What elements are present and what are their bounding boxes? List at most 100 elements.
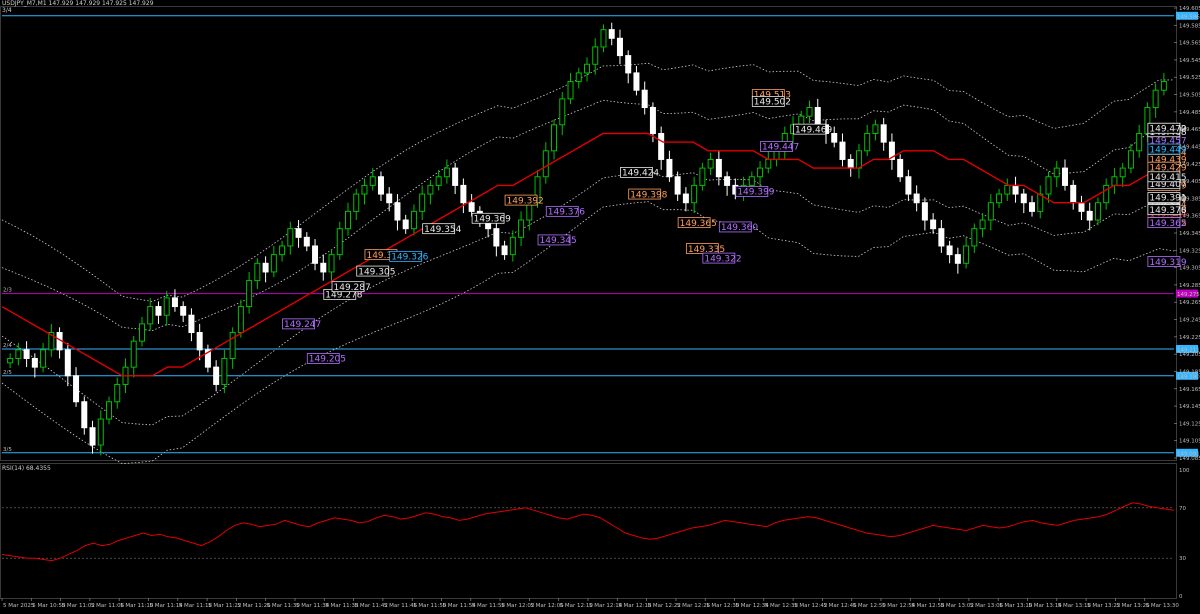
price-annotation-text: 149.326 (391, 253, 428, 263)
candle-body (1094, 202, 1101, 221)
candle-body (715, 158, 722, 178)
candle-body (106, 401, 113, 420)
band-line (1, 99, 1175, 332)
candle (600, 24, 607, 53)
candle (954, 247, 961, 274)
price-labels-layer: 149.247149.205149.278149.287149.305149.3… (282, 89, 1187, 365)
candle (1012, 176, 1019, 203)
candle-body (254, 262, 261, 282)
candle-body (897, 158, 904, 178)
candle-body (419, 193, 426, 212)
x-tick-label: 5 Mar 12:42 (794, 603, 827, 609)
price-annotation: 149.205 (306, 353, 346, 365)
candle (303, 232, 310, 252)
x-tick-label: 5 Mar 11:02 (62, 603, 95, 609)
price-annotation-text: 149.287 (334, 283, 371, 293)
band-line (1, 201, 1175, 465)
candle-body (518, 219, 525, 238)
candle-body (31, 357, 38, 368)
candle (460, 178, 467, 214)
candle-body (130, 340, 137, 368)
x-tick-label: 5 Mar 12:22 (648, 603, 681, 609)
candle (542, 142, 549, 184)
candle-body (996, 193, 1003, 204)
candle (361, 178, 368, 205)
candle-body (73, 375, 80, 403)
price-annotation: 149.326 (389, 250, 429, 263)
candle-body (1029, 202, 1036, 212)
candle (56, 327, 63, 359)
candle-body (938, 228, 945, 247)
candle-body (509, 236, 516, 256)
candle-body (592, 46, 599, 65)
price-annotation-text: 149.447 (762, 143, 799, 153)
time-axis: 5 Mar 20255 Mar 10:585 Mar 11:025 Mar 11… (1, 598, 1179, 609)
candle (23, 341, 30, 368)
candle (1004, 178, 1011, 201)
rsi-panel-frame (0, 463, 1177, 599)
candle-body (1119, 167, 1126, 178)
candle (699, 162, 706, 191)
price-chart: 2/3149.2752/4149.2112/5149.1803/5149.091… (0, 6, 1200, 609)
candle-body (674, 176, 681, 195)
candle (872, 119, 879, 141)
candle (155, 301, 162, 324)
candle-body (979, 219, 986, 230)
candle-body (394, 202, 401, 221)
y-tick-label: 149.585 (1179, 23, 1200, 29)
candle-body (138, 323, 145, 342)
candle (1136, 124, 1143, 158)
candle-body (1103, 184, 1110, 204)
rsi-tick-label: 70 (1179, 506, 1186, 512)
candle (336, 221, 343, 260)
candle (7, 353, 14, 368)
y-tick-label: 149.385 (1179, 196, 1200, 202)
candle (493, 220, 500, 257)
candle-body (724, 176, 731, 186)
candle-body (1061, 167, 1068, 186)
candle (246, 271, 253, 314)
candle (196, 323, 203, 361)
corner-marker: 3/4 (2, 7, 12, 14)
candle (262, 256, 269, 283)
candle (402, 214, 409, 234)
moving-average-layer (1, 132, 1174, 377)
candle (1070, 180, 1077, 210)
candle-body (7, 357, 14, 364)
candle-body (1004, 184, 1011, 195)
candle-body (493, 228, 500, 247)
candle (1078, 195, 1085, 221)
candle (633, 65, 640, 96)
candle-body (345, 210, 352, 230)
candle-body (1070, 184, 1077, 204)
candle (345, 202, 352, 236)
candle-body (757, 167, 764, 178)
candle-body (369, 176, 376, 186)
candle-body (361, 184, 368, 195)
candle (1029, 195, 1036, 217)
price-annotation-text: 149.369 (474, 214, 511, 224)
candle (1111, 168, 1118, 195)
candle (64, 342, 71, 387)
candle (73, 367, 80, 407)
candle (254, 258, 261, 290)
candle (971, 223, 978, 253)
candle-body (196, 332, 203, 351)
candle-body (625, 55, 632, 74)
candle-body (987, 202, 994, 221)
candle (287, 221, 294, 255)
candle (963, 237, 970, 269)
candle (905, 169, 912, 201)
candle (138, 316, 145, 347)
price-annotation-text: 149.376 (548, 208, 585, 218)
candle-body (312, 245, 319, 264)
candle-body (872, 124, 879, 134)
candle (897, 154, 904, 182)
candle (674, 171, 681, 201)
price-annotation: 149.369 (471, 212, 511, 224)
candle (551, 119, 558, 160)
candle (171, 289, 178, 312)
candle-body (213, 366, 220, 385)
rsi-layer: 100 70 30 0 (1, 468, 1190, 600)
candle (180, 301, 187, 323)
